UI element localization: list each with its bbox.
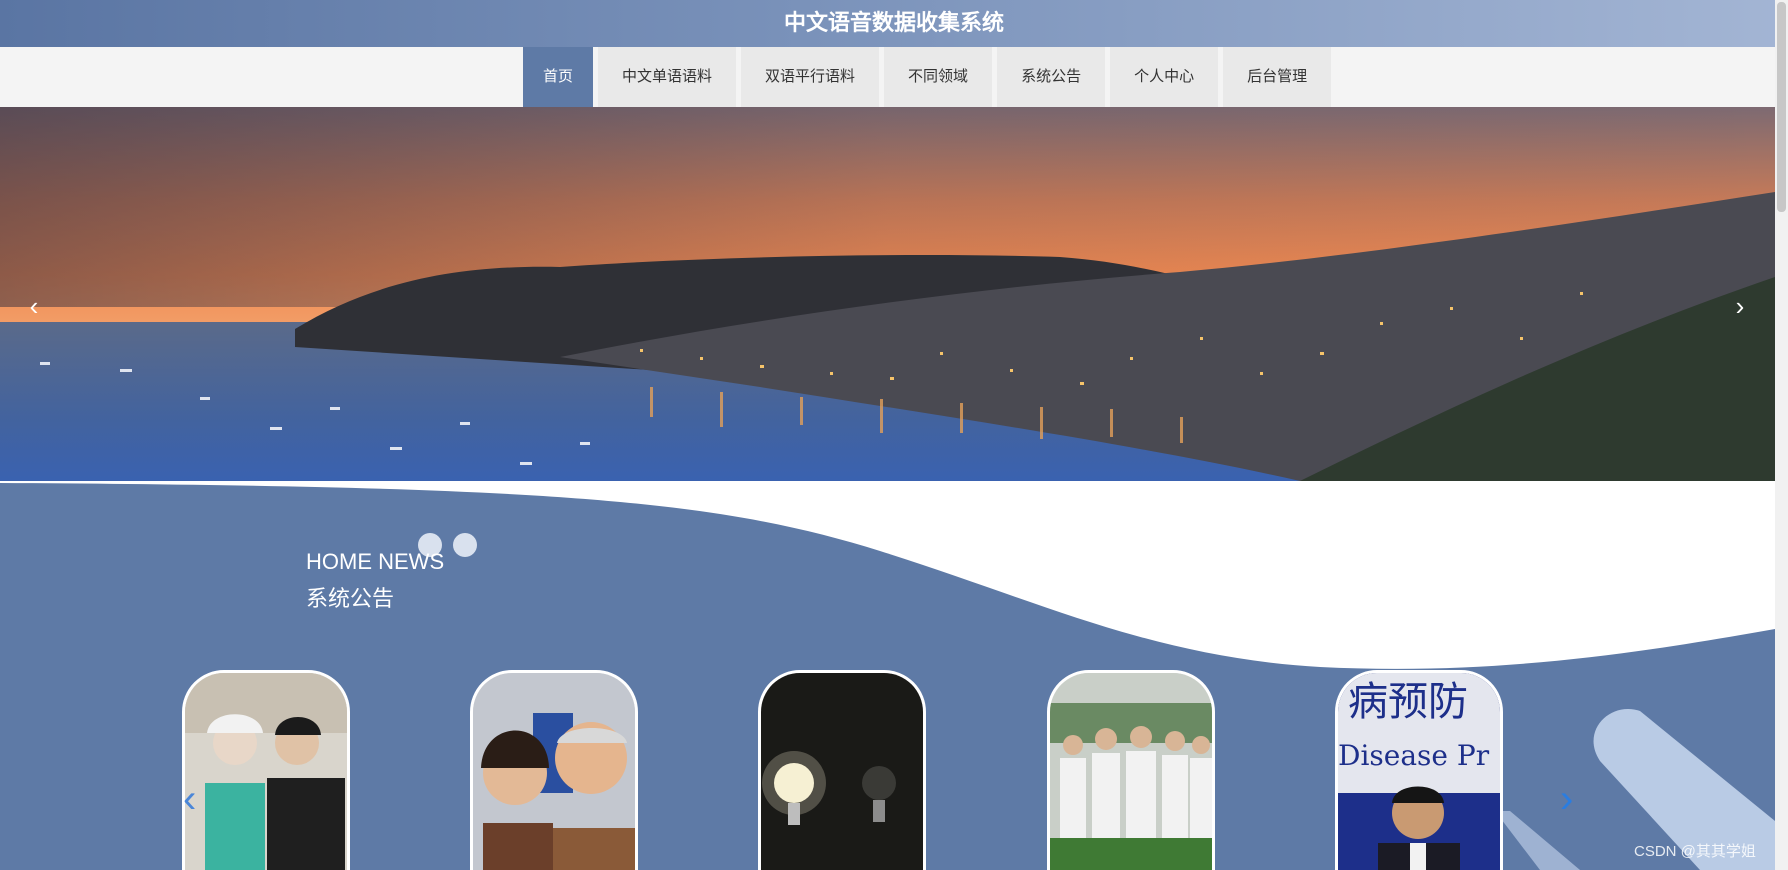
news-title-cn: 系统公告 (306, 586, 395, 611)
banner-carousel: ‹ › (0, 107, 1775, 481)
nav-item-personal-center[interactable]: 个人中心 (1110, 47, 1219, 107)
scrollbar-thumb[interactable] (1777, 2, 1786, 212)
nav-item-announcements[interactable]: 系统公告 (997, 47, 1106, 107)
page-scrollbar[interactable] (1775, 0, 1788, 870)
site-title-bar: 中文语音数据收集系统 (0, 0, 1788, 47)
site-title: 中文语音数据收集系统 (783, 10, 1004, 35)
home-news-section: HOME NEWS 系统公告 病预防 Disease Pr ‹ › (0, 481, 1775, 870)
chevron-left-icon: ‹ (29, 291, 39, 321)
chevron-left-icon: ‹ (183, 777, 197, 821)
chevron-right-icon: › (1735, 291, 1745, 321)
news-thumbnail (185, 673, 347, 870)
watermark: CSDN @其其学姐 (1634, 843, 1756, 860)
banner-image (0, 107, 1775, 481)
news-card-5[interactable]: 病预防 Disease Pr (1335, 670, 1503, 870)
nav-item-monolingual-corpus[interactable]: 中文单语语料 (598, 47, 737, 107)
chevron-right-icon: › (1560, 777, 1574, 821)
news-card-1[interactable] (182, 670, 350, 870)
decorative-dot (453, 533, 477, 557)
banner-next-button[interactable]: › (1724, 290, 1756, 322)
news-thumbnail (1050, 673, 1212, 870)
news-thumbnail (761, 673, 923, 870)
news-card-2[interactable] (470, 670, 638, 870)
svg-text:病预防: 病预防 (1348, 679, 1468, 725)
news-next-button[interactable]: › (1560, 779, 1573, 819)
news-title-en: HOME NEWS (306, 549, 445, 574)
nav-item-home[interactable]: 首页 (523, 47, 594, 107)
news-prev-button[interactable]: ‹ (183, 779, 196, 819)
nav-item-admin[interactable]: 后台管理 (1223, 47, 1332, 107)
news-thumbnail: 病预防 Disease Pr (1338, 673, 1500, 870)
main-nav: 首页 中文单语语料 双语平行语料 不同领域 系统公告 个人中心 后台管理 (523, 47, 1336, 107)
news-thumbnail (473, 673, 635, 870)
main-nav-bar: 首页 中文单语语料 双语平行语料 不同领域 系统公告 个人中心 后台管理 (0, 47, 1775, 107)
news-card-3[interactable] (758, 670, 926, 870)
svg-text:Disease Pr: Disease Pr (1338, 739, 1490, 772)
banner-prev-button[interactable]: ‹ (18, 290, 50, 322)
nav-item-domains[interactable]: 不同领域 (884, 47, 993, 107)
news-card-4[interactable] (1047, 670, 1215, 870)
nav-item-parallel-corpus[interactable]: 双语平行语料 (741, 47, 880, 107)
